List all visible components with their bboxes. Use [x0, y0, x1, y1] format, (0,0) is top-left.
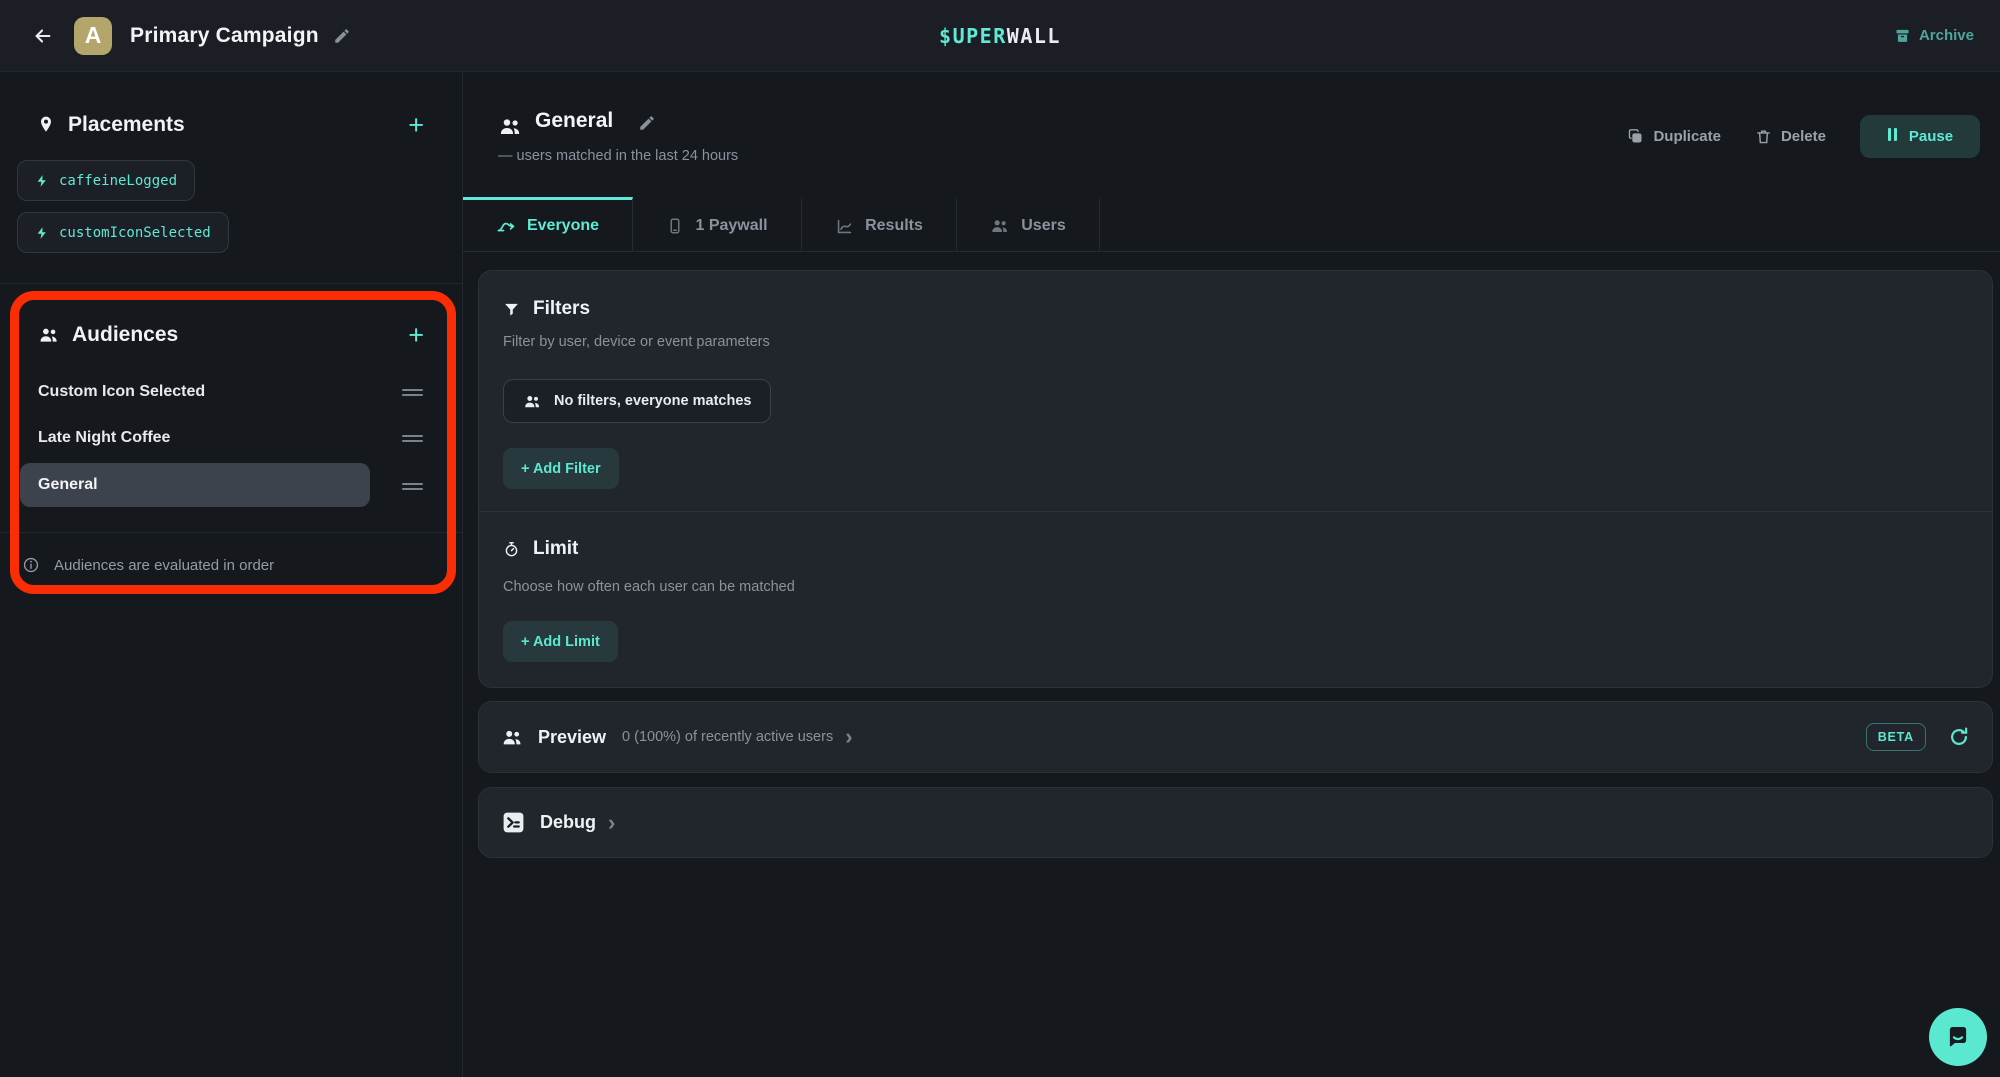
audience-item-late-night-coffee[interactable]: Late Night Coffee: [0, 415, 463, 461]
add-limit-button[interactable]: + Add Limit: [503, 621, 618, 662]
debug-card[interactable]: Debug ›: [478, 787, 1993, 858]
superwall-logo: $UPERWALL: [939, 24, 1061, 48]
tab-users[interactable]: Users: [957, 197, 1100, 252]
chat-launcher-button[interactable]: [1929, 1008, 1987, 1066]
edit-campaign-icon[interactable]: [333, 27, 351, 45]
limit-subtitle: Choose how often each user can be matche…: [503, 579, 795, 595]
arrow-left-icon: [32, 25, 54, 47]
app-window: A Primary Campaign $UPERWALL Archive Pla…: [0, 0, 2000, 1077]
preview-card[interactable]: Preview 0 (100%) of recently active user…: [478, 701, 1993, 773]
tab-paywall[interactable]: 1 Paywall: [633, 197, 802, 252]
main-panel: General — users matched in the last 24 h…: [463, 72, 2000, 1077]
audiences-header: Audiences +: [38, 320, 424, 350]
refresh-icon: [1948, 726, 1970, 748]
campaign-title: Primary Campaign: [130, 24, 319, 48]
archive-icon: [1894, 27, 1911, 44]
chart-icon: [835, 217, 854, 236]
stopwatch-icon: [503, 541, 520, 558]
people-icon: [498, 114, 523, 139]
filters-subtitle: Filter by user, device or event paramete…: [503, 334, 770, 350]
edit-audience-icon[interactable]: [638, 114, 656, 132]
placement-pill-customIconSelected[interactable]: customIconSelected: [17, 212, 229, 253]
chat-bubble-icon: [1943, 1022, 1973, 1052]
add-placement-button[interactable]: +: [408, 113, 424, 137]
beta-badge: BETA: [1866, 723, 1926, 751]
header-actions: Duplicate Delete Pause: [1627, 115, 1980, 158]
chevron-right-icon: ›: [845, 726, 852, 748]
sidebar-divider: [0, 532, 462, 533]
terminal-icon: [501, 810, 526, 835]
limit-header: Limit: [503, 538, 578, 560]
tab-bar: Everyone 1 Paywall Results Users: [463, 197, 2000, 252]
add-filter-button[interactable]: + Add Filter: [503, 448, 619, 489]
info-icon: [22, 556, 40, 574]
sidebar: Placements + caffeineLogged customIconSe…: [0, 72, 463, 1077]
audiences-note: Audiences are evaluated in order: [22, 547, 442, 583]
people-icon: [990, 216, 1010, 236]
filters-header: Filters: [503, 298, 590, 320]
delete-button[interactable]: Delete: [1755, 128, 1826, 145]
audience-item-general[interactable]: General: [20, 463, 370, 507]
people-icon: [38, 324, 60, 346]
funnel-icon: [503, 301, 520, 318]
refresh-button[interactable]: [1948, 726, 1970, 748]
preview-meta: 0 (100%) of recently active users: [622, 729, 833, 745]
add-audience-button[interactable]: +: [408, 323, 424, 347]
trash-icon: [1755, 128, 1772, 145]
drag-handle-icon[interactable]: [402, 386, 423, 399]
audience-page-subtitle: — users matched in the last 24 hours: [498, 148, 738, 164]
filters-limit-card: Filters Filter by user, device or event …: [478, 270, 1993, 688]
duplicate-icon: [1627, 128, 1644, 145]
split-arrow-icon: [496, 216, 516, 236]
archive-button[interactable]: Archive: [1894, 27, 1974, 44]
phone-icon: [666, 217, 684, 235]
placements-title: Placements: [68, 113, 185, 137]
pause-button[interactable]: Pause: [1860, 115, 1980, 158]
bolt-icon: [35, 174, 49, 188]
preview-title: Preview: [538, 727, 606, 748]
location-pin-icon: [36, 115, 56, 135]
bolt-icon: [35, 226, 49, 240]
people-icon: [501, 726, 524, 749]
card-divider: [479, 511, 1992, 512]
people-icon: [523, 392, 542, 411]
duplicate-button[interactable]: Duplicate: [1627, 128, 1721, 145]
tab-everyone[interactable]: Everyone: [463, 197, 633, 252]
back-button[interactable]: [26, 19, 60, 53]
tab-results[interactable]: Results: [802, 197, 957, 252]
topbar: A Primary Campaign $UPERWALL Archive: [0, 0, 2000, 72]
placement-pill-caffeineLogged[interactable]: caffeineLogged: [17, 160, 195, 201]
drag-handle-icon[interactable]: [402, 480, 423, 493]
chevron-right-icon: ›: [608, 812, 615, 834]
debug-title: Debug: [540, 812, 596, 833]
audiences-title: Audiences: [72, 323, 178, 347]
drag-handle-icon[interactable]: [402, 432, 423, 445]
audience-page-title: General: [535, 109, 613, 133]
pause-icon: [1887, 128, 1899, 145]
audience-item-custom-icon-selected[interactable]: Custom Icon Selected: [0, 369, 463, 415]
placements-header: Placements +: [36, 110, 424, 140]
no-filters-chip[interactable]: No filters, everyone matches: [503, 379, 771, 423]
avatar[interactable]: A: [74, 17, 112, 55]
sidebar-divider: [0, 283, 462, 284]
